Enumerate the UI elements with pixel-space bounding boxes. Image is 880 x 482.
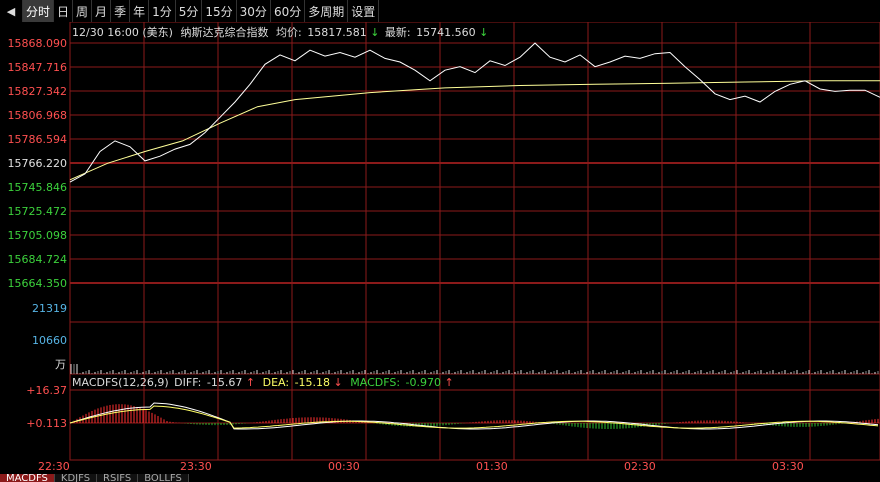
period-tab-4[interactable]: 季 bbox=[111, 0, 131, 22]
period-tab-0[interactable]: 分时 bbox=[23, 0, 55, 22]
macd-tick-label: +0.113 bbox=[26, 417, 67, 430]
macd-tick-label: +16.37 bbox=[26, 384, 67, 397]
price-tick-label: 15847.716 bbox=[8, 61, 68, 74]
price-axis: 15868.090 15847.716 15827.342 15806.968 1578… bbox=[8, 37, 68, 290]
indicator-tab-1[interactable]: KDJFS bbox=[54, 474, 98, 482]
indicator-tab-3[interactable]: BOLLFS bbox=[138, 474, 189, 482]
volume-tick-label: 21319 bbox=[32, 302, 67, 315]
header-latest-label: 最新: bbox=[385, 25, 411, 39]
time-tick-label: 01:30 bbox=[476, 460, 508, 473]
macd-diff-label: DIFF: bbox=[174, 376, 201, 389]
macd-dea-label: DEA: bbox=[263, 376, 289, 389]
macd-diff-value: -15.67 bbox=[207, 376, 242, 389]
header-avg-dir: ↓ bbox=[370, 26, 379, 39]
header-latest-dir: ↓ bbox=[479, 26, 488, 39]
macd-dea-value: -15.18 bbox=[295, 376, 330, 389]
period-tab-5[interactable]: 年 bbox=[130, 0, 150, 22]
period-tab-7[interactable]: 5分 bbox=[176, 0, 203, 22]
macd-header: MACDFS(12,26,9) DIFF: -15.67 ↑ DEA: -15.… bbox=[72, 376, 454, 389]
chart-frame bbox=[69, 22, 880, 461]
macd-axis: +16.37 +0.113 bbox=[26, 384, 67, 430]
price-tick-label: 15664.350 bbox=[8, 277, 68, 290]
period-tab-11[interactable]: 多周期 bbox=[305, 0, 349, 22]
price-tick-label: 15786.594 bbox=[8, 133, 68, 146]
time-tick-label: 22:30 bbox=[38, 460, 70, 473]
header-latest-value: 15741.560 bbox=[416, 26, 476, 39]
header-avg-label: 均价: bbox=[276, 26, 302, 39]
price-tick-label: 15705.098 bbox=[8, 229, 68, 242]
time-tick-label: 00:30 bbox=[328, 460, 360, 473]
indicator-tabs: MACDFS KDJFS RSIFS BOLLFS bbox=[0, 474, 880, 482]
price-tick-label: 15806.968 bbox=[8, 109, 68, 122]
volume-bars bbox=[70, 364, 879, 374]
back-arrow-icon[interactable]: ◀ bbox=[0, 0, 23, 22]
macd-diff-line bbox=[69, 402, 879, 430]
header-datetime: 12/30 16:00 (美东) bbox=[72, 26, 173, 39]
avg-price-line bbox=[69, 80, 880, 181]
period-tab-9[interactable]: 30分 bbox=[237, 0, 271, 22]
price-tick-label: 15827.342 bbox=[8, 85, 68, 98]
time-tick-label: 02:30 bbox=[624, 460, 656, 473]
volume-unit: 万 bbox=[55, 358, 66, 371]
volume-axis: 21319 10660 万 bbox=[32, 302, 67, 371]
grid bbox=[69, 22, 880, 461]
header-index-name: 纳斯达克综合指数 bbox=[180, 25, 268, 39]
price-tick-label: 15766.220 bbox=[8, 157, 68, 170]
header-avg-value: 15817.581 bbox=[307, 26, 367, 39]
period-toolbar: ◀ 分时日周月季年 1分 5分 15分 30分 60分 多周期 设置 bbox=[0, 0, 880, 22]
time-tick-label: 23:30 bbox=[180, 460, 212, 473]
chart-header: 12/30 16:00 (美东) 纳斯达克综合指数 均价: 15817.581 … bbox=[72, 25, 488, 39]
period-tab-10[interactable]: 60分 bbox=[271, 0, 306, 22]
price-tick-label: 15868.090 bbox=[8, 37, 68, 50]
time-axis: 22:30 23:30 00:30 01:30 02:30 03:30 bbox=[38, 460, 804, 473]
price-line bbox=[69, 42, 880, 183]
volume-tick-label: 10660 bbox=[32, 334, 67, 347]
price-tick-label: 15684.724 bbox=[8, 253, 68, 266]
price-tick-label: 15725.472 bbox=[8, 205, 68, 218]
macd-macdfs-dir: ↑ bbox=[445, 376, 454, 389]
macd-dea-dir: ↓ bbox=[334, 376, 343, 389]
period-tab-8[interactable]: 15分 bbox=[202, 0, 237, 22]
price-lines bbox=[69, 42, 880, 183]
period-tab-6[interactable]: 1分 bbox=[149, 0, 176, 22]
macd-lines bbox=[69, 402, 879, 430]
indicator-tab-2[interactable]: RSIFS bbox=[97, 474, 139, 482]
period-tab-2[interactable]: 周 bbox=[73, 0, 93, 22]
period-tab-12[interactable]: 设置 bbox=[348, 0, 380, 22]
indicator-tab-0[interactable]: MACDFS bbox=[0, 474, 55, 482]
intraday-chart: 12/30 16:00 (美东) 纳斯达克综合指数 均价: 15817.581 … bbox=[8, 22, 880, 473]
macd-macdfs-label: MACDFS: bbox=[350, 376, 400, 389]
price-tick-label: 15745.846 bbox=[8, 181, 68, 194]
macd-macdfs-value: -0.970 bbox=[406, 376, 441, 389]
time-tick-label: 03:30 bbox=[772, 460, 804, 473]
macd-diff-dir: ↑ bbox=[246, 376, 255, 389]
macd-title: MACDFS(12,26,9) bbox=[72, 376, 169, 389]
period-tab-1[interactable]: 日 bbox=[54, 0, 74, 22]
period-tab-3[interactable]: 月 bbox=[92, 0, 112, 22]
